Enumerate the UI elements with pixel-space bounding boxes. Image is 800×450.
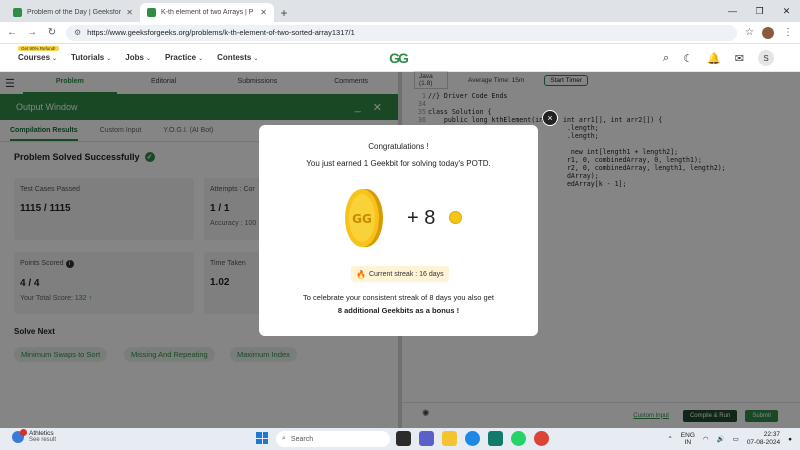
bookmark-star-icon[interactable]: ☆ [745,27,754,38]
fire-icon: 🔥 [356,269,366,279]
battery-icon[interactable]: ▭ [733,435,739,443]
nav-jobs[interactable]: Jobs ⌄ [125,53,151,62]
dark-mode-icon[interactable]: ☾ [683,52,693,65]
store-icon[interactable] [488,431,503,446]
nav-courses[interactable]: Courses ⌄ [18,53,57,62]
wifi-icon[interactable]: ◠ [703,435,709,443]
chevron-down-icon: ⌄ [145,56,151,62]
svg-text:GG: GG [352,212,372,226]
forward-arrow-icon[interactable]: → [26,27,38,38]
whatsapp-icon[interactable] [511,431,526,446]
task-view-icon[interactable] [396,431,411,446]
congratulations-modal: Congratulations ! You just earned 1 Geek… [259,125,538,336]
window-controls: — ❐ ✕ [719,0,800,22]
lang-code: ENG [680,432,695,439]
tab-title: Problem of the Day | Geeksfor [27,9,122,16]
nav-label: Contests [217,53,252,62]
teams-icon[interactable] [419,431,434,446]
chevron-down-icon: ⌄ [253,56,259,62]
search-icon: ⌕ [282,435,286,442]
language-indicator[interactable]: ENG IN [681,432,695,446]
geekbit-amount: + 8 [407,207,436,229]
windows-start-icon[interactable] [256,432,268,444]
bonus-text-bold: 8 additional Geekbits as a bonus ! [337,306,460,315]
bonus-text: To celebrate your consistent streak of 8… [303,293,494,302]
chrome-icon[interactable] [534,431,549,446]
streak-badge: 🔥 Current streak : 16 days [351,266,449,282]
url-text: https://www.geeksforgeeks.org/problems/k… [87,28,355,37]
time-text: 22:37 [763,431,781,438]
user-avatar[interactable]: S [758,50,774,66]
back-arrow-icon[interactable]: ← [6,27,18,38]
tab-title: K-th element of two Arrays | P [161,9,254,16]
date-text: 07-08-2024 [746,439,781,446]
widget-subtitle: See result [29,437,57,443]
browser-tab-strip: Problem of the Day | Geeksfor ✕ K-th ele… [0,0,800,22]
site-nav: Courses ⌄ Tutorials ⌄ Jobs ⌄ Practice ⌄ Cont… [18,53,258,62]
chevron-down-icon: ⌄ [198,56,204,62]
close-tab-icon[interactable]: ✕ [260,8,267,17]
url-field[interactable]: ⚙ https://www.geeksforgeeks.org/problems… [66,24,738,41]
gfg-favicon-icon [13,8,22,17]
logo-text: GG [389,50,409,66]
system-tray: ⌃ ENG IN ◠ 🔊 ▭ 22:37 07-08-2024 ● [667,431,792,447]
nav-label: Jobs [125,53,144,62]
region-code: IN [684,439,692,446]
minimize-icon[interactable]: — [719,0,746,22]
notification-icon[interactable]: ● [788,436,792,443]
volume-icon[interactable]: 🔊 [717,435,725,443]
widgets-button[interactable]: Athletics See result [12,428,57,443]
geekbit-coin-icon: GG [345,189,383,247]
news-widget-icon [12,428,27,443]
maximize-icon[interactable]: ❐ [746,0,773,22]
nav-contests[interactable]: Contests ⌄ [217,53,258,62]
pinned-apps [396,431,549,446]
browser-tab-kth-element[interactable]: K-th element of two Arrays | P ✕ [140,3,274,22]
site-header: Get 90% Refund! Courses ⌄ Tutorials ⌄ Jobs… [0,44,800,72]
site-info-icon[interactable]: ⚙ [74,28,81,37]
nav-label: Tutorials [71,53,105,62]
modal-message: You just earned 1 Geekbit for solving to… [306,159,491,168]
nav-label: Practice [164,53,197,62]
streak-text: Current streak : 16 days [368,270,444,278]
taskbar-search-placeholder: Search [290,435,314,443]
chevron-up-icon[interactable]: ⌃ [667,435,672,443]
taskbar-search[interactable]: ⌕ Search [276,431,390,447]
chat-icon[interactable]: ✉ [735,52,744,65]
gfg-favicon-icon [147,8,156,17]
address-bar-row: ← → ↻ ⚙ https://www.geeksforgeeks.org/pr… [0,22,800,44]
browser-profile-avatar[interactable] [762,26,774,39]
chevron-down-icon: ⌄ [52,56,58,62]
reload-icon[interactable]: ↻ [46,27,58,38]
search-icon[interactable]: ⌕ [663,52,669,65]
windows-taskbar: Athletics See result ⌕ Search ⌃ ENG IN ◠ … [0,428,800,450]
refund-badge[interactable]: Get 90% Refund! [18,46,59,51]
browser-tab-potd[interactable]: Problem of the Day | Geeksfor ✕ [6,3,140,22]
nav-practice[interactable]: Practice ⌄ [165,53,203,62]
close-icon[interactable]: ✕ [773,0,800,22]
close-tab-icon[interactable]: ✕ [126,8,133,17]
browser-menu-icon[interactable]: ⋮ [782,27,794,38]
modal-title: Congratulations ! [368,142,429,151]
file-explorer-icon[interactable] [442,431,457,446]
small-coin-icon [449,211,462,224]
nav-label: Courses [18,53,51,62]
chevron-down-icon: ⌄ [106,56,112,62]
header-actions: ⌕ ☾ 🔔 ✉ S [663,50,774,66]
nav-tutorials[interactable]: Tutorials ⌄ [71,53,111,62]
notification-bell-icon[interactable]: 🔔 [707,52,721,65]
modal-close-button[interactable]: × [542,110,558,126]
gfg-logo[interactable]: GG [382,50,414,66]
clock[interactable]: 22:37 07-08-2024 [747,431,780,447]
widget-title: Athletics [29,430,54,437]
edge-icon[interactable] [465,431,480,446]
new-tab-button[interactable]: + [274,3,294,22]
